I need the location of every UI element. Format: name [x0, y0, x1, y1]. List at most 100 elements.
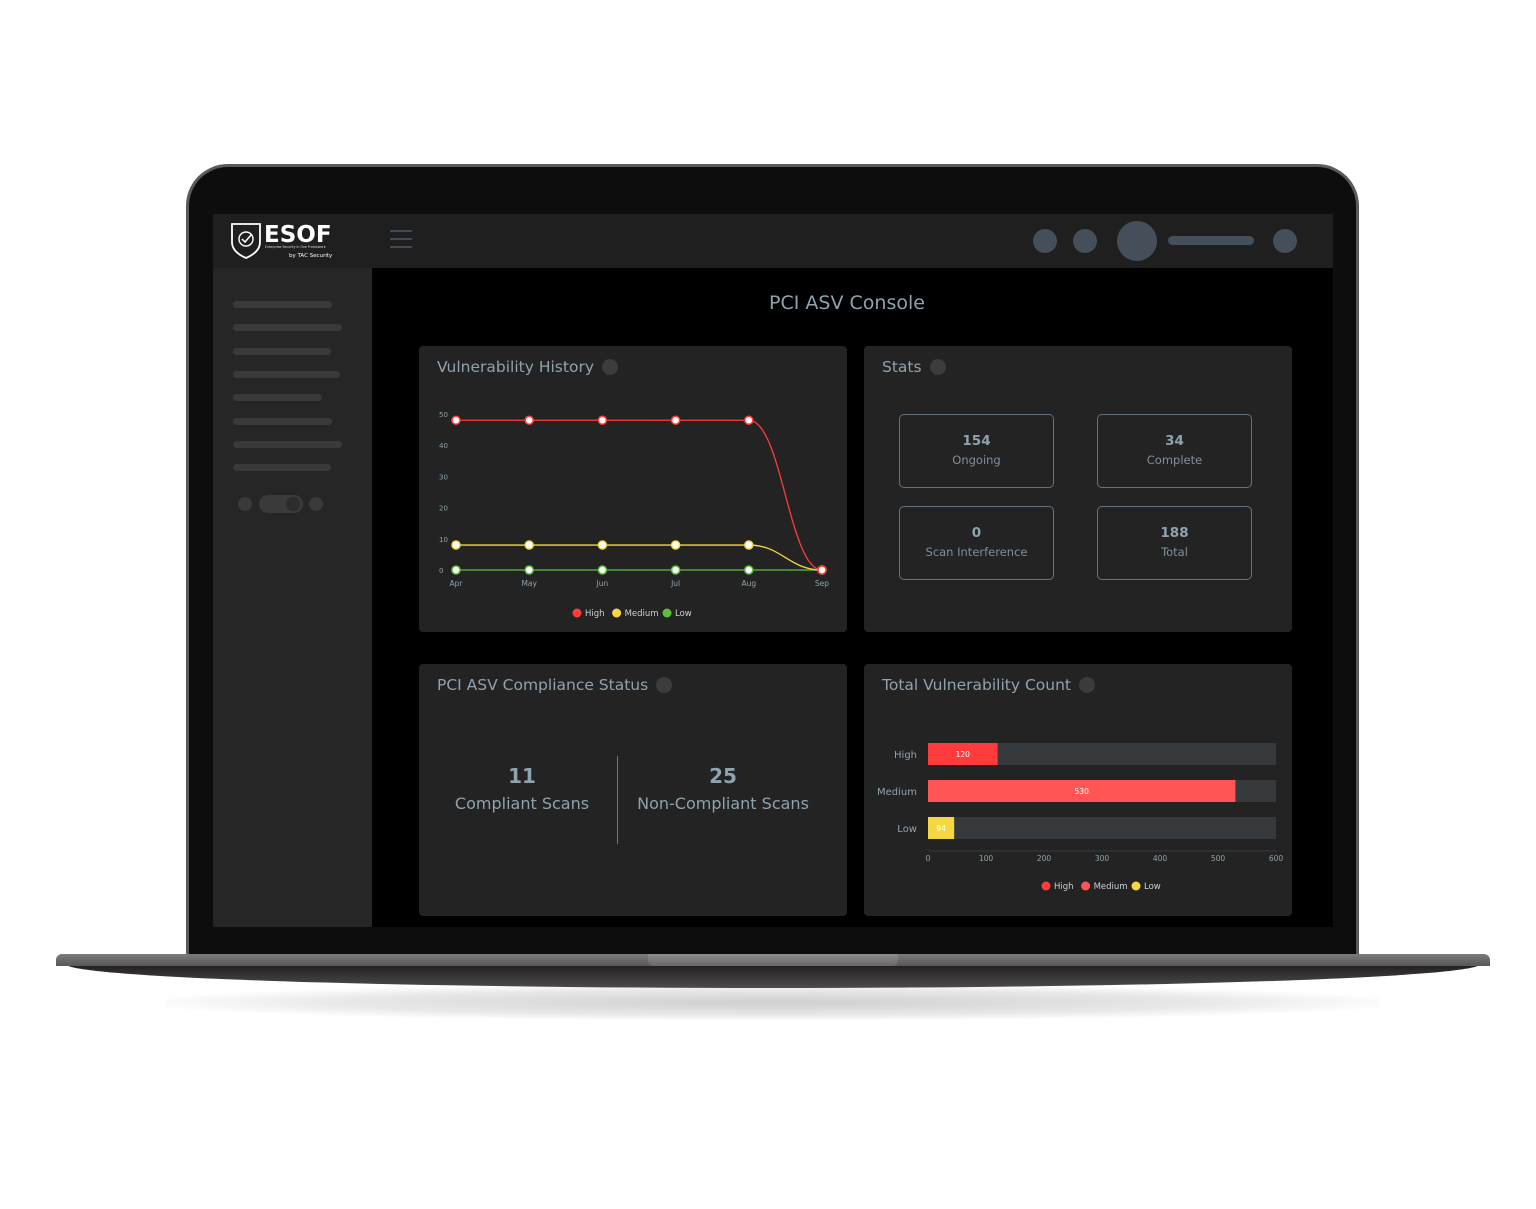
x-tick-label: 100: [979, 854, 994, 863]
notification-icon[interactable]: [1033, 229, 1057, 253]
vulnerability-history-card: Vulnerability History 0 10 20 30 40 50 Apr May J…: [419, 346, 847, 632]
stat-value: 0: [971, 525, 982, 541]
legend-marker-high: [572, 608, 582, 618]
non-compliant-scans[interactable]: 25 Non-Compliant Scans: [623, 764, 823, 813]
y-tick-label: 40: [439, 442, 448, 450]
stat-complete[interactable]: 34 Complete: [1097, 414, 1252, 488]
data-point-high: [451, 415, 461, 425]
avatar[interactable]: [1117, 221, 1157, 261]
sidebar-item[interactable]: [233, 441, 342, 448]
x-tick-label: 500: [1211, 854, 1226, 863]
laptop-notch: [648, 954, 898, 966]
data-point-high: [524, 415, 534, 425]
message-icon[interactable]: [1073, 229, 1097, 253]
legend-label: Low: [1144, 882, 1161, 892]
data-point-medium: [451, 540, 461, 550]
sidebar-item[interactable]: [233, 371, 340, 378]
compliant-scans-value: 11: [508, 764, 536, 788]
sidebar-item[interactable]: [233, 464, 331, 471]
vulnerability-history-chart: 0 10 20 30 40 50 Apr May Jun Jul Aug Sep High Medium L…: [439, 411, 829, 619]
stat-label: Total: [1161, 545, 1188, 559]
data-point-high: [597, 415, 608, 425]
bar-category-label: Medium: [877, 787, 917, 798]
x-tick-label: May: [521, 579, 537, 588]
y-tick-label: 0: [439, 567, 443, 575]
sidebar-item[interactable]: [233, 324, 342, 331]
compliance-status-card: PCI ASV Compliance Status 11 Compliant S…: [419, 664, 847, 916]
screen: ESOF Enterprise Security in One Framewor…: [213, 214, 1333, 927]
data-point-low: [524, 565, 534, 575]
shield-check-icon: ESOF Enterprise Security in One Framewor…: [231, 222, 333, 259]
x-tick-label: 0: [926, 854, 931, 863]
non-compliant-scans-value: 25: [709, 764, 737, 788]
sidebar-item[interactable]: [233, 301, 332, 308]
compliant-scans[interactable]: 11 Compliant Scans: [439, 764, 605, 813]
y-tick-label: 30: [439, 473, 448, 481]
y-tick-label: 10: [439, 536, 448, 544]
total-vulnerability-card: Total Vulnerability Count High 120 Medium 5…: [864, 664, 1292, 916]
bar-value-label: 94: [936, 824, 946, 833]
legend-label: High: [585, 609, 605, 619]
sidebar: [213, 268, 372, 927]
data-point-high: [744, 415, 754, 425]
stat-label: Ongoing: [952, 453, 1001, 467]
stat-label: Complete: [1146, 453, 1203, 467]
data-point-low: [744, 565, 754, 575]
divider: [617, 756, 618, 844]
compliant-scans-label: Compliant Scans: [454, 794, 590, 813]
bar-category-label: High: [894, 750, 917, 761]
laptop-shadow: [165, 985, 1380, 1020]
data-point-low: [670, 565, 681, 575]
user-name-placeholder[interactable]: [1168, 236, 1254, 245]
data-point-medium: [524, 540, 534, 550]
legend-label: High: [1054, 882, 1074, 892]
info-icon[interactable]: [929, 359, 946, 375]
stat-ongoing[interactable]: 154 Ongoing: [899, 414, 1054, 488]
stat-total[interactable]: 188 Total: [1097, 506, 1252, 580]
stat-value: 34: [1165, 433, 1184, 449]
data-point-medium: [670, 540, 681, 550]
sidebar-item[interactable]: [233, 418, 332, 425]
main-content: PCI ASV Console Vulnerability History 01…: [372, 268, 1333, 927]
stat-value: 154: [962, 433, 991, 449]
legend-marker-medium: [612, 608, 622, 618]
x-tick-label: Aug: [741, 579, 756, 588]
x-tick-label: 600: [1269, 854, 1284, 863]
stat-label: Scan Interference: [925, 545, 1028, 559]
bar-value-label: 530: [1075, 787, 1090, 796]
legend-marker-low: [1131, 881, 1141, 891]
settings-icon[interactable]: [1273, 229, 1297, 253]
data-point-low: [451, 565, 461, 575]
legend-label: Low: [675, 609, 692, 619]
card-title: Stats: [882, 358, 922, 376]
legend-label: Medium: [1094, 882, 1128, 892]
legend-marker-low: [662, 608, 672, 618]
y-tick-label: 20: [439, 505, 448, 513]
sidebar-item[interactable]: [233, 394, 322, 401]
hamburger-menu-icon[interactable]: [390, 230, 412, 250]
stat-value: 188: [1160, 525, 1189, 541]
x-tick-label: 400: [1153, 854, 1168, 863]
card-title: PCI ASV Compliance Status: [437, 676, 649, 694]
non-compliant-scans-label: Non-Compliant Scans: [637, 794, 809, 813]
x-tick-label: Jun: [596, 579, 609, 588]
x-tick-label: Sep: [815, 579, 829, 588]
esof-logo[interactable]: ESOF Enterprise Security in One Framewor…: [229, 220, 339, 262]
legend-marker-medium: [1081, 881, 1091, 891]
data-point-medium: [597, 540, 608, 550]
legend-label: Medium: [625, 609, 659, 619]
x-tick-label: 300: [1095, 854, 1110, 863]
stat-scan-interference[interactable]: 0 Scan Interference: [899, 506, 1054, 580]
x-tick-label: Apr: [450, 579, 464, 588]
logo-tagline: Enterprise Security in One Framework: [265, 245, 326, 249]
data-point-high: [670, 415, 681, 425]
series-line-medium: [455, 544, 823, 571]
y-tick-label: 50: [439, 411, 448, 419]
bar-value-label: 120: [956, 750, 971, 759]
info-icon[interactable]: [656, 677, 673, 693]
theme-toggle[interactable]: [238, 494, 328, 518]
sidebar-item[interactable]: [233, 348, 331, 355]
total-vulnerability-chart: High 120 Medium 530 Low 94 0 100 200 300 400 500 600…: [877, 743, 1284, 892]
bar-category-label: Low: [897, 824, 917, 835]
data-point-medium: [744, 540, 754, 550]
